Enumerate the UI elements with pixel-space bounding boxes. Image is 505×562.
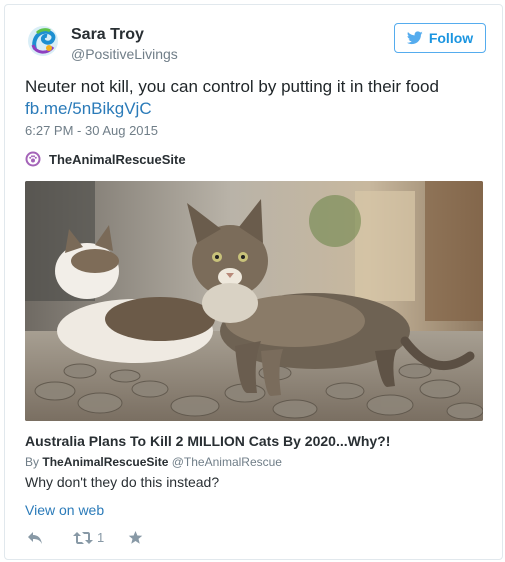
display-name[interactable]: Sara Troy bbox=[71, 26, 144, 44]
twitter-bird-icon bbox=[406, 31, 423, 45]
byline-prefix: By bbox=[25, 455, 40, 469]
tweet-link[interactable]: fb.me/5nBikgVjC bbox=[25, 98, 485, 120]
animal-rescue-logo-icon bbox=[25, 151, 41, 167]
retweet-icon bbox=[73, 531, 93, 544]
view-on-web-link[interactable]: View on web bbox=[25, 502, 104, 518]
byline-handle[interactable]: @TheAnimalRescue bbox=[172, 455, 282, 469]
card-byline: By TheAnimalRescueSite @TheAnimalRescue bbox=[25, 455, 282, 469]
cats-photo bbox=[25, 181, 483, 421]
reply-button[interactable] bbox=[27, 531, 43, 545]
byline-site[interactable]: TheAnimalRescueSite bbox=[42, 455, 168, 469]
tweet-body: Neuter not kill, you can control by putt… bbox=[25, 77, 439, 96]
retweet-button[interactable]: 1 bbox=[73, 530, 104, 545]
tweet-text: Neuter not kill, you can control by putt… bbox=[25, 76, 485, 120]
card-description: Why don't they do this instead? bbox=[25, 474, 220, 490]
card-source[interactable]: TheAnimalRescueSite bbox=[25, 151, 186, 167]
follow-label: Follow bbox=[428, 30, 474, 46]
star-icon bbox=[128, 530, 143, 544]
like-button[interactable] bbox=[128, 530, 143, 545]
source-name: TheAnimalRescueSite bbox=[49, 151, 186, 167]
tweet-card: Sara Troy @PositiveLivings Follow Neuter… bbox=[4, 4, 503, 560]
card-image[interactable] bbox=[25, 181, 483, 421]
retweet-count: 1 bbox=[97, 530, 105, 545]
avatar[interactable] bbox=[25, 23, 61, 59]
tweet-actions: 1 bbox=[27, 530, 143, 545]
reply-icon bbox=[28, 531, 42, 544]
tweet-timestamp[interactable]: 6:27 PM - 30 Aug 2015 bbox=[25, 123, 158, 138]
swirl-logo-icon bbox=[25, 23, 61, 59]
follow-button[interactable]: Follow bbox=[394, 23, 486, 53]
card-title[interactable]: Australia Plans To Kill 2 MILLION Cats B… bbox=[25, 433, 485, 449]
user-handle[interactable]: @PositiveLivings bbox=[71, 46, 178, 62]
